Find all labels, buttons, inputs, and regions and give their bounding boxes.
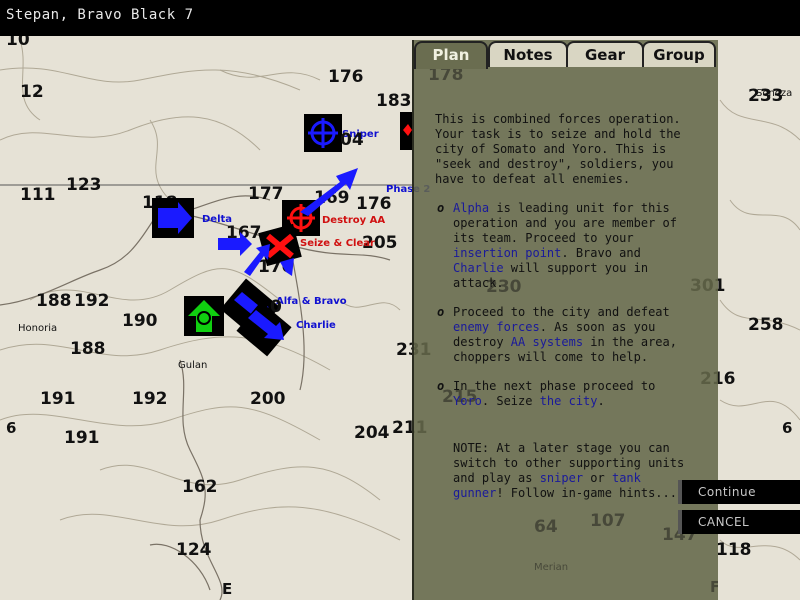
svg-text:183: 183	[376, 91, 412, 111]
continue-button[interactable]: Continue	[678, 480, 800, 504]
sniper-link[interactable]: sniper	[540, 471, 583, 485]
svg-text:200: 200	[250, 389, 286, 409]
svg-text:177: 177	[248, 184, 284, 204]
svg-text:176: 176	[356, 194, 392, 214]
svg-text:191: 191	[40, 389, 76, 409]
svg-text:258: 258	[748, 315, 784, 335]
svg-text:188: 188	[36, 291, 72, 311]
svg-text:107: 107	[590, 511, 626, 531]
tab-group[interactable]: Group	[642, 41, 716, 67]
svg-text:12: 12	[20, 82, 44, 102]
briefing-intro: This is combined forces operation. Your …	[435, 112, 681, 186]
svg-text:188: 188	[70, 339, 106, 359]
briefing-text: This is combined forces operation. Your …	[435, 112, 695, 501]
svg-text:162: 162	[182, 477, 218, 497]
charlie-link[interactable]: Charlie	[453, 261, 504, 275]
delta-unit-marker[interactable]	[152, 198, 194, 238]
aa-systems-link[interactable]: AA systems	[511, 335, 583, 349]
window-title: Stepan, Bravo Black 7	[6, 7, 194, 23]
svg-text:191: 191	[64, 428, 100, 448]
insertion-point-link[interactable]: insertion point	[453, 246, 561, 260]
the-city-link[interactable]: the city	[540, 394, 598, 408]
briefing-item-3: In the next phase proceed to Yoro. Seize…	[435, 379, 695, 409]
svg-text:118: 118	[716, 540, 752, 560]
red-objective-marker[interactable]	[400, 112, 412, 150]
briefing-tabs: Plan Notes Gear Group	[412, 41, 716, 69]
tab-notes[interactable]: Notes	[488, 41, 568, 67]
yoro-link[interactable]: Yoro	[453, 394, 482, 408]
cancel-button[interactable]: CANCEL	[678, 510, 800, 534]
svg-text:111: 111	[20, 185, 56, 205]
svg-text:192: 192	[74, 291, 110, 311]
enemy-forces-link[interactable]: enemy forces	[453, 320, 540, 334]
briefing-item-2: Proceed to the city and defeat enemy for…	[435, 305, 695, 365]
charlie-label: Charlie	[296, 320, 336, 331]
seize-clear-label: Seize & Clear	[300, 238, 375, 249]
alfa-bravo-label: Alfa & Bravo	[276, 296, 347, 307]
svg-text:E: E	[222, 580, 232, 598]
svg-text:64: 64	[534, 517, 558, 537]
svg-text:192: 192	[132, 389, 168, 409]
briefing-note: NOTE: At a later stage you can switch to…	[453, 441, 685, 500]
title-bar: Stepan, Bravo Black 7	[0, 0, 800, 36]
delta-label: Delta	[202, 214, 232, 225]
destroy-aa-label: Destroy AA	[322, 215, 385, 226]
svg-text:Sonoza: Sonoza	[756, 88, 792, 99]
svg-text:Honoria: Honoria	[18, 323, 57, 334]
svg-text:0: 0	[270, 297, 282, 317]
svg-text:Gulan: Gulan	[178, 360, 207, 371]
svg-text:6: 6	[782, 419, 792, 437]
sniper-unit-marker[interactable]	[304, 114, 342, 152]
tab-plan[interactable]: Plan	[414, 41, 488, 69]
svg-text:190: 190	[122, 311, 158, 331]
player-unit-marker[interactable]	[184, 296, 224, 336]
svg-text:204: 204	[354, 423, 390, 443]
alpha-link[interactable]: Alpha	[453, 201, 489, 215]
tab-gear[interactable]: Gear	[566, 41, 644, 67]
svg-text:10: 10	[6, 36, 30, 50]
svg-text:123: 123	[66, 175, 102, 195]
svg-text:6: 6	[6, 419, 16, 437]
briefing-item-1: Alpha is leading unit for this operation…	[435, 201, 695, 291]
svg-text:124: 124	[176, 540, 212, 560]
svg-text:Merian: Merian	[534, 562, 568, 573]
svg-text:F: F	[710, 578, 718, 596]
svg-text:176: 176	[328, 67, 364, 87]
svg-text:04: 04	[340, 130, 364, 150]
